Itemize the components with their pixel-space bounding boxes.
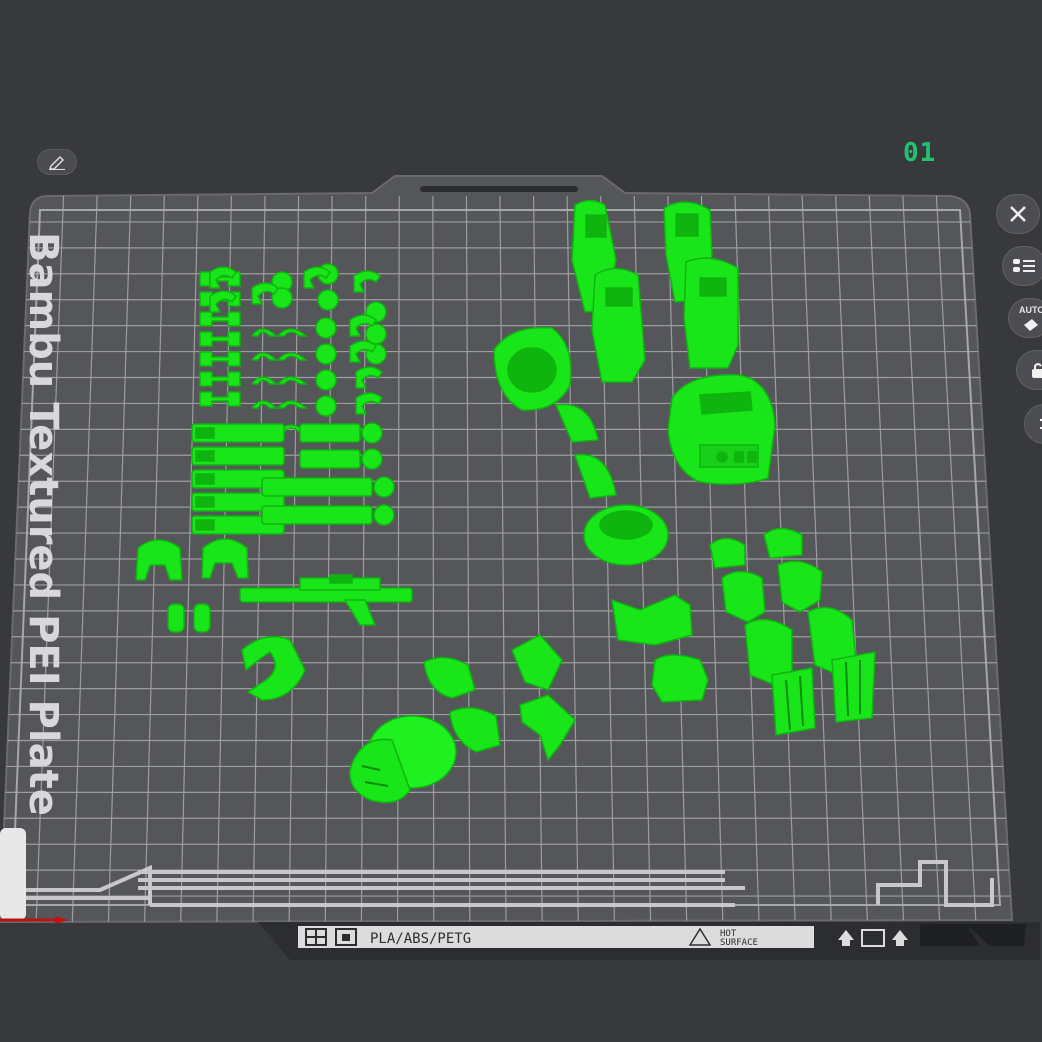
auto-orient-label: AUTO <box>1019 305 1042 315</box>
model-joint-part[interactable] <box>299 449 361 469</box>
auto-orient-button[interactable]: AUTO <box>1008 298 1042 338</box>
model-joint-part[interactable] <box>361 422 383 444</box>
material-label: PLA/ABS/PETG <box>370 931 471 947</box>
lock-icon <box>1032 363 1042 378</box>
pencil-icon <box>48 155 65 170</box>
3d-viewport[interactable]: Bambu Textured PEI Plate PLA/ABS/PETG HO… <box>0 0 1042 1042</box>
model-joint-part[interactable] <box>365 323 387 345</box>
close-icon <box>1010 206 1026 222</box>
plate-index-label: 01 <box>903 138 937 168</box>
model-joint-part[interactable] <box>373 476 395 498</box>
arrange-objects-button[interactable] <box>1002 246 1042 286</box>
model-joint-part[interactable] <box>315 343 337 365</box>
hot-surface-label-2: SURFACE <box>720 938 758 948</box>
model-joint-part[interactable] <box>195 473 215 485</box>
model-joint-part[interactable] <box>261 477 373 497</box>
arrange-icon <box>1013 259 1035 272</box>
model-joint-part[interactable] <box>315 395 337 417</box>
close-plate-button[interactable] <box>996 194 1040 234</box>
settings-icon <box>1040 418 1042 429</box>
model-joint-part[interactable] <box>195 450 215 462</box>
plate-corner-marker <box>0 828 26 920</box>
model-joint-part[interactable] <box>317 289 339 311</box>
model-joint-part[interactable] <box>373 504 395 526</box>
model-joint-part[interactable] <box>195 496 215 508</box>
model-chest[interactable] <box>667 373 776 485</box>
model-joint-part[interactable] <box>315 369 337 391</box>
model-joint-part[interactable] <box>195 427 215 439</box>
model-joint-part[interactable] <box>195 519 215 531</box>
model-joint-part[interactable] <box>299 423 361 443</box>
model-joint-part[interactable] <box>361 448 383 470</box>
edit-plate-name-button[interactable] <box>37 149 77 175</box>
model-joint-part[interactable] <box>261 505 373 525</box>
plate-texture-label: Bambu Textured PEI Plate <box>20 232 66 816</box>
plate-label-bar: PLA/ABS/PETG HOT SURFACE <box>258 922 1040 960</box>
model-joint-part[interactable] <box>315 317 337 339</box>
